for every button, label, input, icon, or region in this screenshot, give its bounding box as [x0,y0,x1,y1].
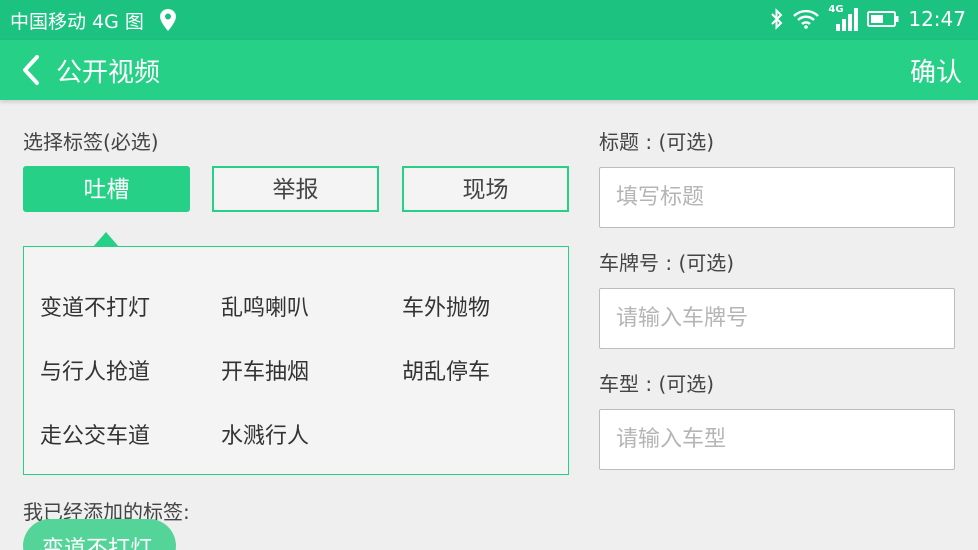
plate-number-input[interactable] [599,288,955,349]
model-field-label: 车型 : (可选) [599,372,715,396]
sub-tag-item[interactable]: 开车抽烟 [221,354,309,386]
tag-section-label: 选择标签(必选) [23,130,159,154]
back-arrow-icon[interactable] [20,54,42,86]
sub-tag-item[interactable]: 水溅行人 [221,418,309,450]
title-input[interactable] [599,167,955,228]
status-bar: 中国移动 4G 图 4G 12:47 [0,0,978,40]
sub-tag-item[interactable]: 与行人抢道 [40,354,150,386]
sub-tag-item[interactable]: 走公交车道 [40,418,150,450]
sub-tag-item[interactable]: 胡乱停车 [402,354,490,386]
battery-icon [867,11,899,27]
sub-tag-item[interactable]: 车外抛物 [402,290,490,322]
active-tab-pointer [93,232,119,247]
tag-category-scene[interactable]: 现场 [402,166,569,212]
added-tag-chip[interactable]: 变道不打灯 [23,519,176,550]
wifi-icon [793,9,820,29]
sub-tag-item[interactable]: 变道不打灯 [40,290,150,322]
plate-field-label: 车牌号 : (可选) [599,251,735,275]
status-icons: 4G 12:47 [770,4,966,33]
tag-category-report[interactable]: 举报 [212,166,379,212]
bluetooth-icon [771,8,783,30]
page-title: 公开视频 [56,58,161,88]
title-field-label: 标题 : (可选) [599,130,715,154]
confirm-button[interactable]: 确认 [910,52,962,89]
tag-category-complain[interactable]: 吐槽 [23,166,190,212]
clock-time: 12:47 [908,7,966,31]
carrier-text: 中国移动 4G 图 [10,11,144,33]
signal-icon [836,8,859,31]
signal-group: 4G [828,4,859,32]
sub-tag-panel: 变道不打灯 乱鸣喇叭 车外抛物 与行人抢道 开车抽烟 胡乱停车 走公交车道 水溅… [23,246,569,475]
sub-tag-item[interactable]: 乱鸣喇叭 [221,290,309,322]
location-pin-icon [160,9,176,31]
app-header: 公开视频 确认 [0,40,978,100]
car-model-input[interactable] [599,409,955,470]
